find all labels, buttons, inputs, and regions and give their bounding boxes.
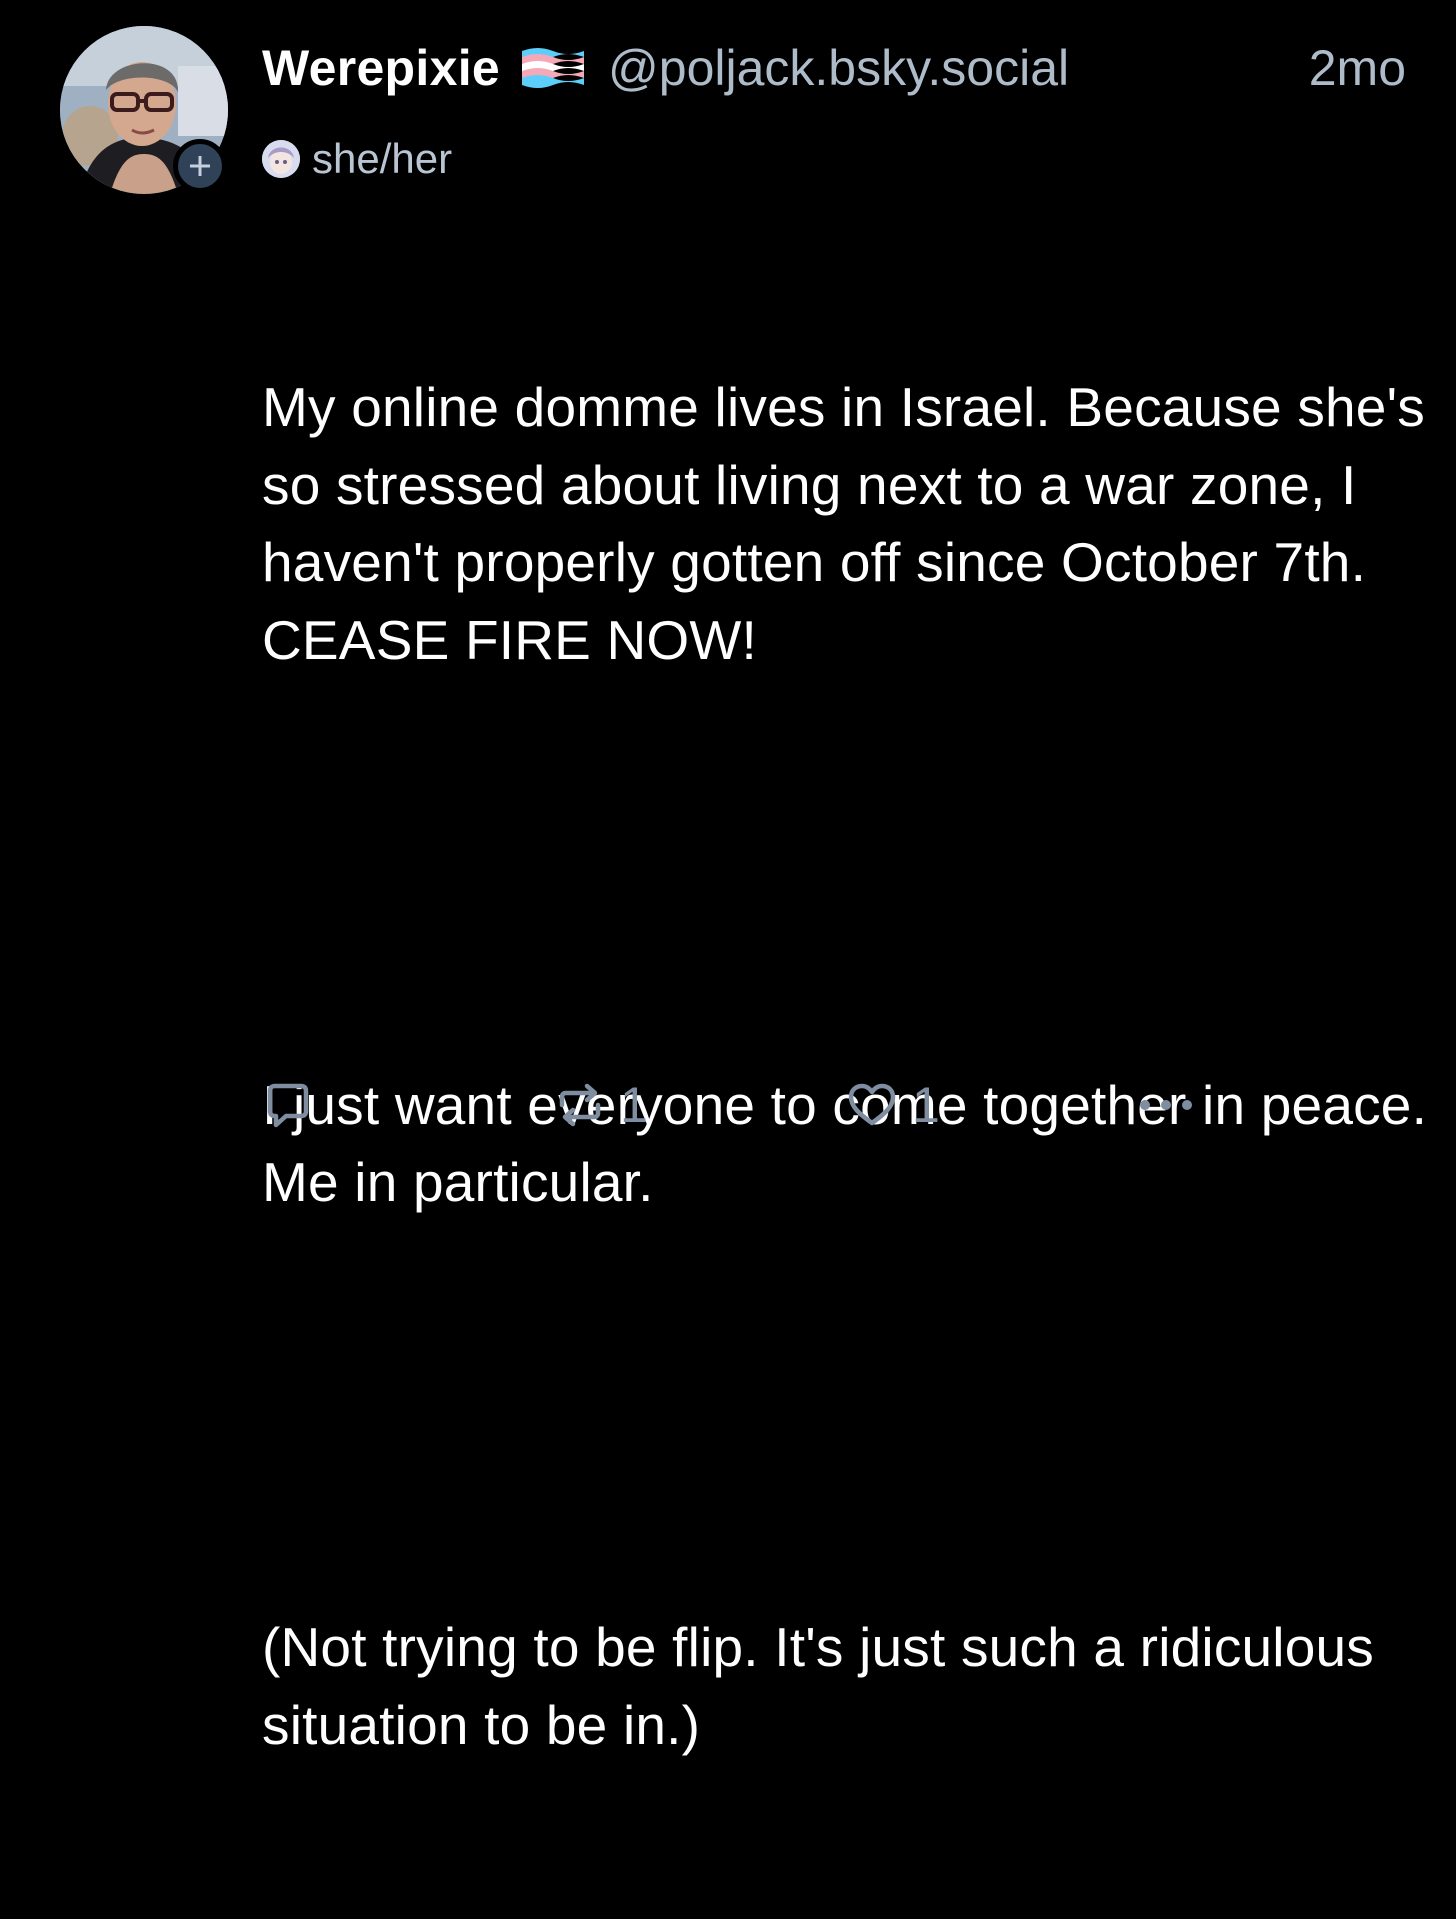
post-timestamp[interactable]: 2mo xyxy=(1309,36,1406,100)
like-button[interactable]: 1 xyxy=(846,1070,940,1140)
post-paragraph-spacer xyxy=(262,1377,1432,1455)
post-action-bar: 1 1 xyxy=(262,1070,1262,1140)
author-handle[interactable]: @poljack.bsky.social xyxy=(608,39,1069,97)
reply-icon xyxy=(267,1083,309,1128)
transgender-flag-icon xyxy=(518,43,588,93)
plus-icon xyxy=(190,156,210,176)
display-name[interactable]: Werepixie xyxy=(262,39,500,97)
post-body: My online domme lives in Israel. Because… xyxy=(262,214,1432,1919)
post-header: Werepixie @poljack.bsky.social 2mo xyxy=(262,36,1406,100)
reply-button[interactable] xyxy=(262,1070,314,1140)
heart-icon xyxy=(848,1083,896,1126)
pronoun-label-icon xyxy=(262,140,300,178)
post[interactable]: Werepixie @poljack.bsky.social 2mo she/h… xyxy=(0,0,1456,1756)
repost-count: 1 xyxy=(620,1077,648,1133)
like-count: 1 xyxy=(912,1077,940,1133)
post-paragraph: (Not trying to be flip. It's just such a… xyxy=(262,1616,1390,1756)
more-options-button[interactable] xyxy=(1136,1070,1196,1140)
follow-button[interactable] xyxy=(173,139,227,193)
post-paragraph-spacer xyxy=(262,834,1432,912)
repost-icon xyxy=(559,1083,601,1127)
repost-button[interactable]: 1 xyxy=(554,1070,648,1140)
more-icon xyxy=(1140,1100,1192,1110)
pronouns-row: she/her xyxy=(262,134,452,184)
pronouns: she/her xyxy=(312,135,453,182)
post-paragraph: My online domme lives in Israel. Because… xyxy=(262,376,1441,671)
avatar-container[interactable] xyxy=(60,26,228,194)
